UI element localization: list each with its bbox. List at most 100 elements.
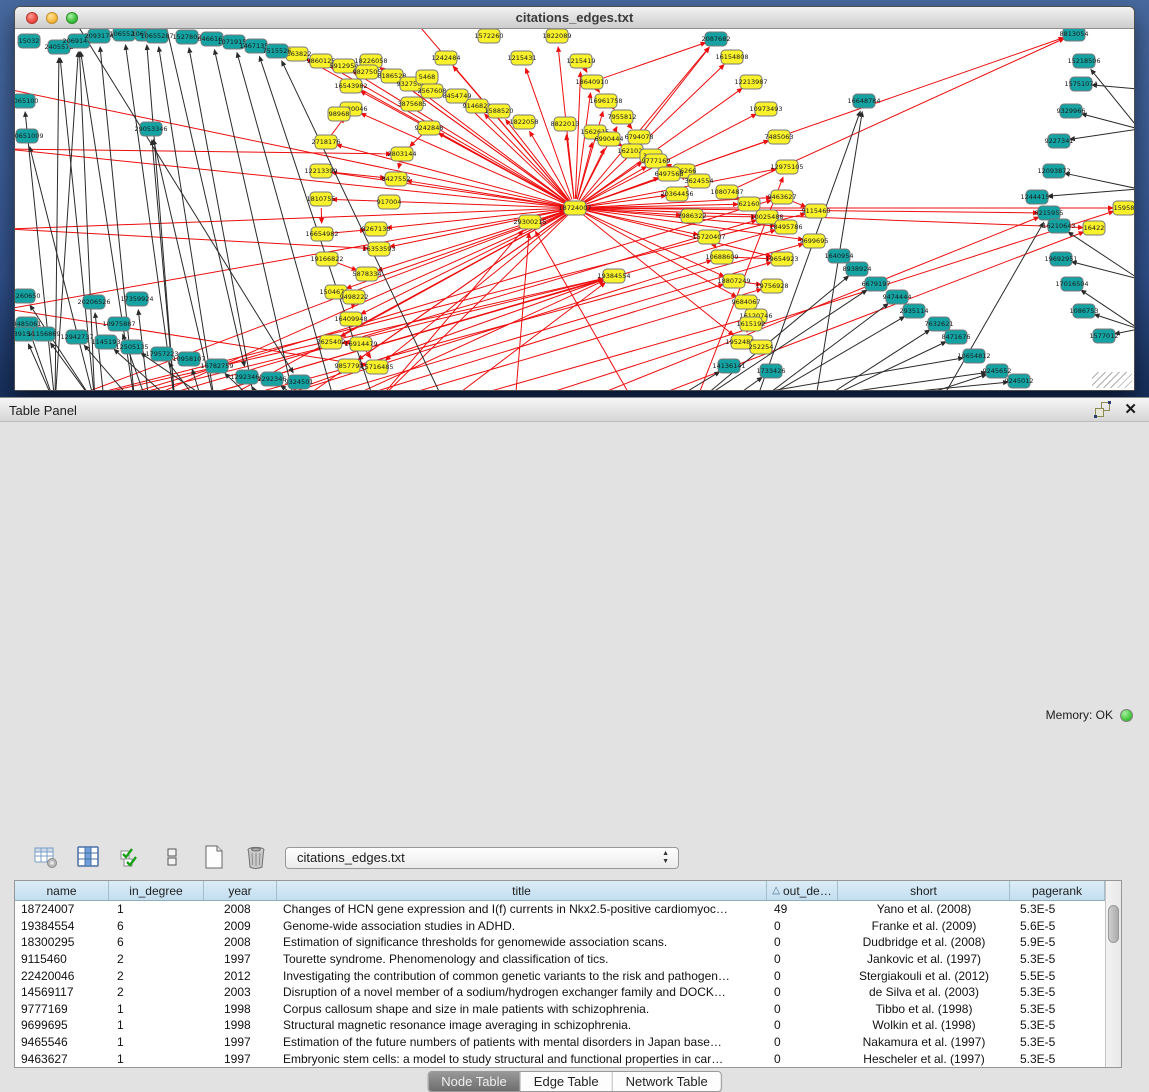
table-cell[interactable]: 1998 xyxy=(204,1017,277,1034)
graph-edge[interactable] xyxy=(1076,263,1134,279)
graph-edge[interactable] xyxy=(527,73,572,199)
tab-node-table[interactable]: Node Table xyxy=(428,1072,521,1091)
resize-grip-icon[interactable] xyxy=(1092,372,1132,388)
table-cell[interactable]: Tourette syndrome. Phenomenology and cla… xyxy=(277,951,767,968)
table-row[interactable]: 969969511998Structural magnetic resonanc… xyxy=(15,1017,1105,1034)
table-cell[interactable]: Estimation of significance thresholds fo… xyxy=(277,934,767,951)
table-cell[interactable]: 1 xyxy=(109,901,204,918)
table-row[interactable]: 946362711997Embryonic stem cells: a mode… xyxy=(15,1050,1105,1067)
table-cell[interactable]: 1997 xyxy=(204,951,277,968)
graph-edge[interactable] xyxy=(1094,73,1134,129)
memory-status-indicator[interactable] xyxy=(1120,709,1133,722)
table-cell[interactable]: Investigating the contribution of common… xyxy=(277,967,767,984)
table-cell[interactable]: 1 xyxy=(109,1050,204,1067)
table-cell[interactable]: 0 xyxy=(767,918,838,935)
table-cell[interactable]: 0 xyxy=(767,934,838,951)
tab-edge-table[interactable]: Edge Table xyxy=(521,1072,613,1091)
table-cell[interactable]: 5.3E-5 xyxy=(1010,984,1105,1001)
graph-edge[interactable] xyxy=(1120,329,1134,333)
table-cell[interactable]: Wolkin et al. (1998) xyxy=(838,1017,1010,1034)
graph-edge[interactable] xyxy=(1075,129,1134,139)
table-cell[interactable]: Jankovic et al. (1997) xyxy=(838,951,1010,968)
table-cell[interactable]: 5.6E-5 xyxy=(1010,918,1105,935)
graph-edge[interactable] xyxy=(567,140,574,199)
table-cell[interactable]: Stergiakouli et al. (2012) xyxy=(838,967,1010,984)
float-panel-icon[interactable] xyxy=(1095,402,1110,417)
table-cell[interactable]: 0 xyxy=(767,1034,838,1051)
table-cell[interactable]: 0 xyxy=(767,1001,838,1018)
table-cell[interactable]: 9699695 xyxy=(15,1017,109,1034)
table-cell[interactable]: 9465546 xyxy=(15,1034,109,1051)
table-row[interactable]: 1938455462009Genome-wide association stu… xyxy=(15,918,1105,935)
table-cell[interactable]: 22420046 xyxy=(15,967,109,984)
table-cell[interactable]: Yano et al. (2008) xyxy=(838,901,1010,918)
table-cell[interactable]: 1 xyxy=(109,1017,204,1034)
graph-edge[interactable] xyxy=(635,234,1079,390)
table-cell[interactable]: 18300295 xyxy=(15,934,109,951)
row-height-icon[interactable] xyxy=(158,844,185,871)
table-cell[interactable]: 1 xyxy=(109,1001,204,1018)
vertical-scrollbar[interactable] xyxy=(1105,881,1121,1067)
table-cell[interactable]: Changes of HCN gene expression and I(f) … xyxy=(277,901,767,918)
table-row[interactable]: 911546021997Tourette syndrome. Phenomeno… xyxy=(15,951,1105,968)
table-cell[interactable]: 18724007 xyxy=(15,901,109,918)
table-cell[interactable]: Hescheler et al. (1997) xyxy=(838,1050,1010,1067)
table-cell[interactable]: 14569117 xyxy=(15,984,109,1001)
table-cell[interactable]: Tibbo et al. (1998) xyxy=(838,1001,1010,1018)
table-row[interactable]: 2242004622012Investigating the contribut… xyxy=(15,967,1105,984)
network-window[interactable]: citations_edges.txt 18724007766382298601… xyxy=(14,6,1135,391)
table-cell[interactable]: 6 xyxy=(109,934,204,951)
graph-edge[interactable] xyxy=(815,333,926,390)
column-header-out_de[interactable]: △out_de… xyxy=(767,881,838,900)
graph-edge[interactable] xyxy=(583,39,1058,205)
table-cell[interactable]: 9115460 xyxy=(15,951,109,968)
graph-edge[interactable] xyxy=(575,77,580,199)
table-row[interactable]: 1872400712008Changes of HCN gene express… xyxy=(15,901,1105,918)
graph-edge[interactable] xyxy=(255,281,599,390)
new-table-icon[interactable] xyxy=(200,844,227,871)
graph-edge[interactable] xyxy=(53,347,95,390)
graph-edge[interactable] xyxy=(389,214,568,357)
graph-edge[interactable] xyxy=(15,208,566,229)
table-cell[interactable]: 2 xyxy=(109,951,204,968)
table-cell[interactable]: Estimation of the future numbers of pati… xyxy=(277,1034,767,1051)
graph-edge[interactable] xyxy=(147,50,175,390)
graph-edge[interactable] xyxy=(601,44,701,79)
graph-edge[interactable] xyxy=(1097,85,1134,89)
table-cell[interactable]: Genome-wide association studies in ADHD. xyxy=(277,918,767,935)
table-cell[interactable]: Corpus callosum shape and size in male p… xyxy=(277,1001,767,1018)
table-cell[interactable]: 5.3E-5 xyxy=(1010,1050,1105,1067)
table-cell[interactable]: 2008 xyxy=(204,901,277,918)
graph-edge[interactable] xyxy=(15,149,386,154)
graph-edge[interactable] xyxy=(1053,189,1134,196)
table-cell[interactable]: Structural magnetic resonance image aver… xyxy=(277,1017,767,1034)
graph-edge[interactable] xyxy=(1070,174,1134,189)
graph-edge[interactable] xyxy=(96,318,105,390)
table-cell[interactable]: 0 xyxy=(767,951,838,968)
table-cell[interactable]: 1998 xyxy=(204,1001,277,1018)
table-selector-dropdown[interactable]: citations_edges.txt ▲▼ xyxy=(285,847,679,869)
graph-edge[interactable] xyxy=(1086,115,1134,129)
table-cell[interactable]: Embryonic stem cells: a model to study s… xyxy=(277,1050,767,1067)
network-canvas[interactable]: 1872400776638229860125591295418226058982… xyxy=(15,29,1134,390)
table-cell[interactable]: 0 xyxy=(767,967,838,984)
graph-edge[interactable] xyxy=(331,122,341,135)
select-rows-icon[interactable] xyxy=(116,844,143,871)
table-cell[interactable]: 0 xyxy=(767,1017,838,1034)
table-cell[interactable]: 5.3E-5 xyxy=(1010,901,1105,918)
graph-edge[interactable] xyxy=(337,173,566,206)
table-cell[interactable]: Disruption of a novel member of a sodium… xyxy=(277,984,767,1001)
table-cell[interactable]: de Silva et al. (2003) xyxy=(838,984,1010,1001)
table-row[interactable]: 1456911722003Disruption of a novel membe… xyxy=(15,984,1105,1001)
table-cell[interactable]: 2009 xyxy=(204,918,277,935)
table-settings-icon[interactable] xyxy=(32,844,59,871)
table-cell[interactable]: Dudbridge et al. (2008) xyxy=(838,934,1010,951)
column-header-name[interactable]: name xyxy=(15,881,109,900)
graph-edge[interactable] xyxy=(414,134,423,143)
graph-edge[interactable] xyxy=(216,55,295,390)
graph-edge[interactable] xyxy=(584,208,1078,227)
network-window-titlebar[interactable]: citations_edges.txt xyxy=(15,7,1134,29)
graph-edge[interactable] xyxy=(701,216,751,217)
table-cell[interactable]: 5.5E-5 xyxy=(1010,967,1105,984)
table-cell[interactable]: Franke et al. (2009) xyxy=(838,918,1010,935)
